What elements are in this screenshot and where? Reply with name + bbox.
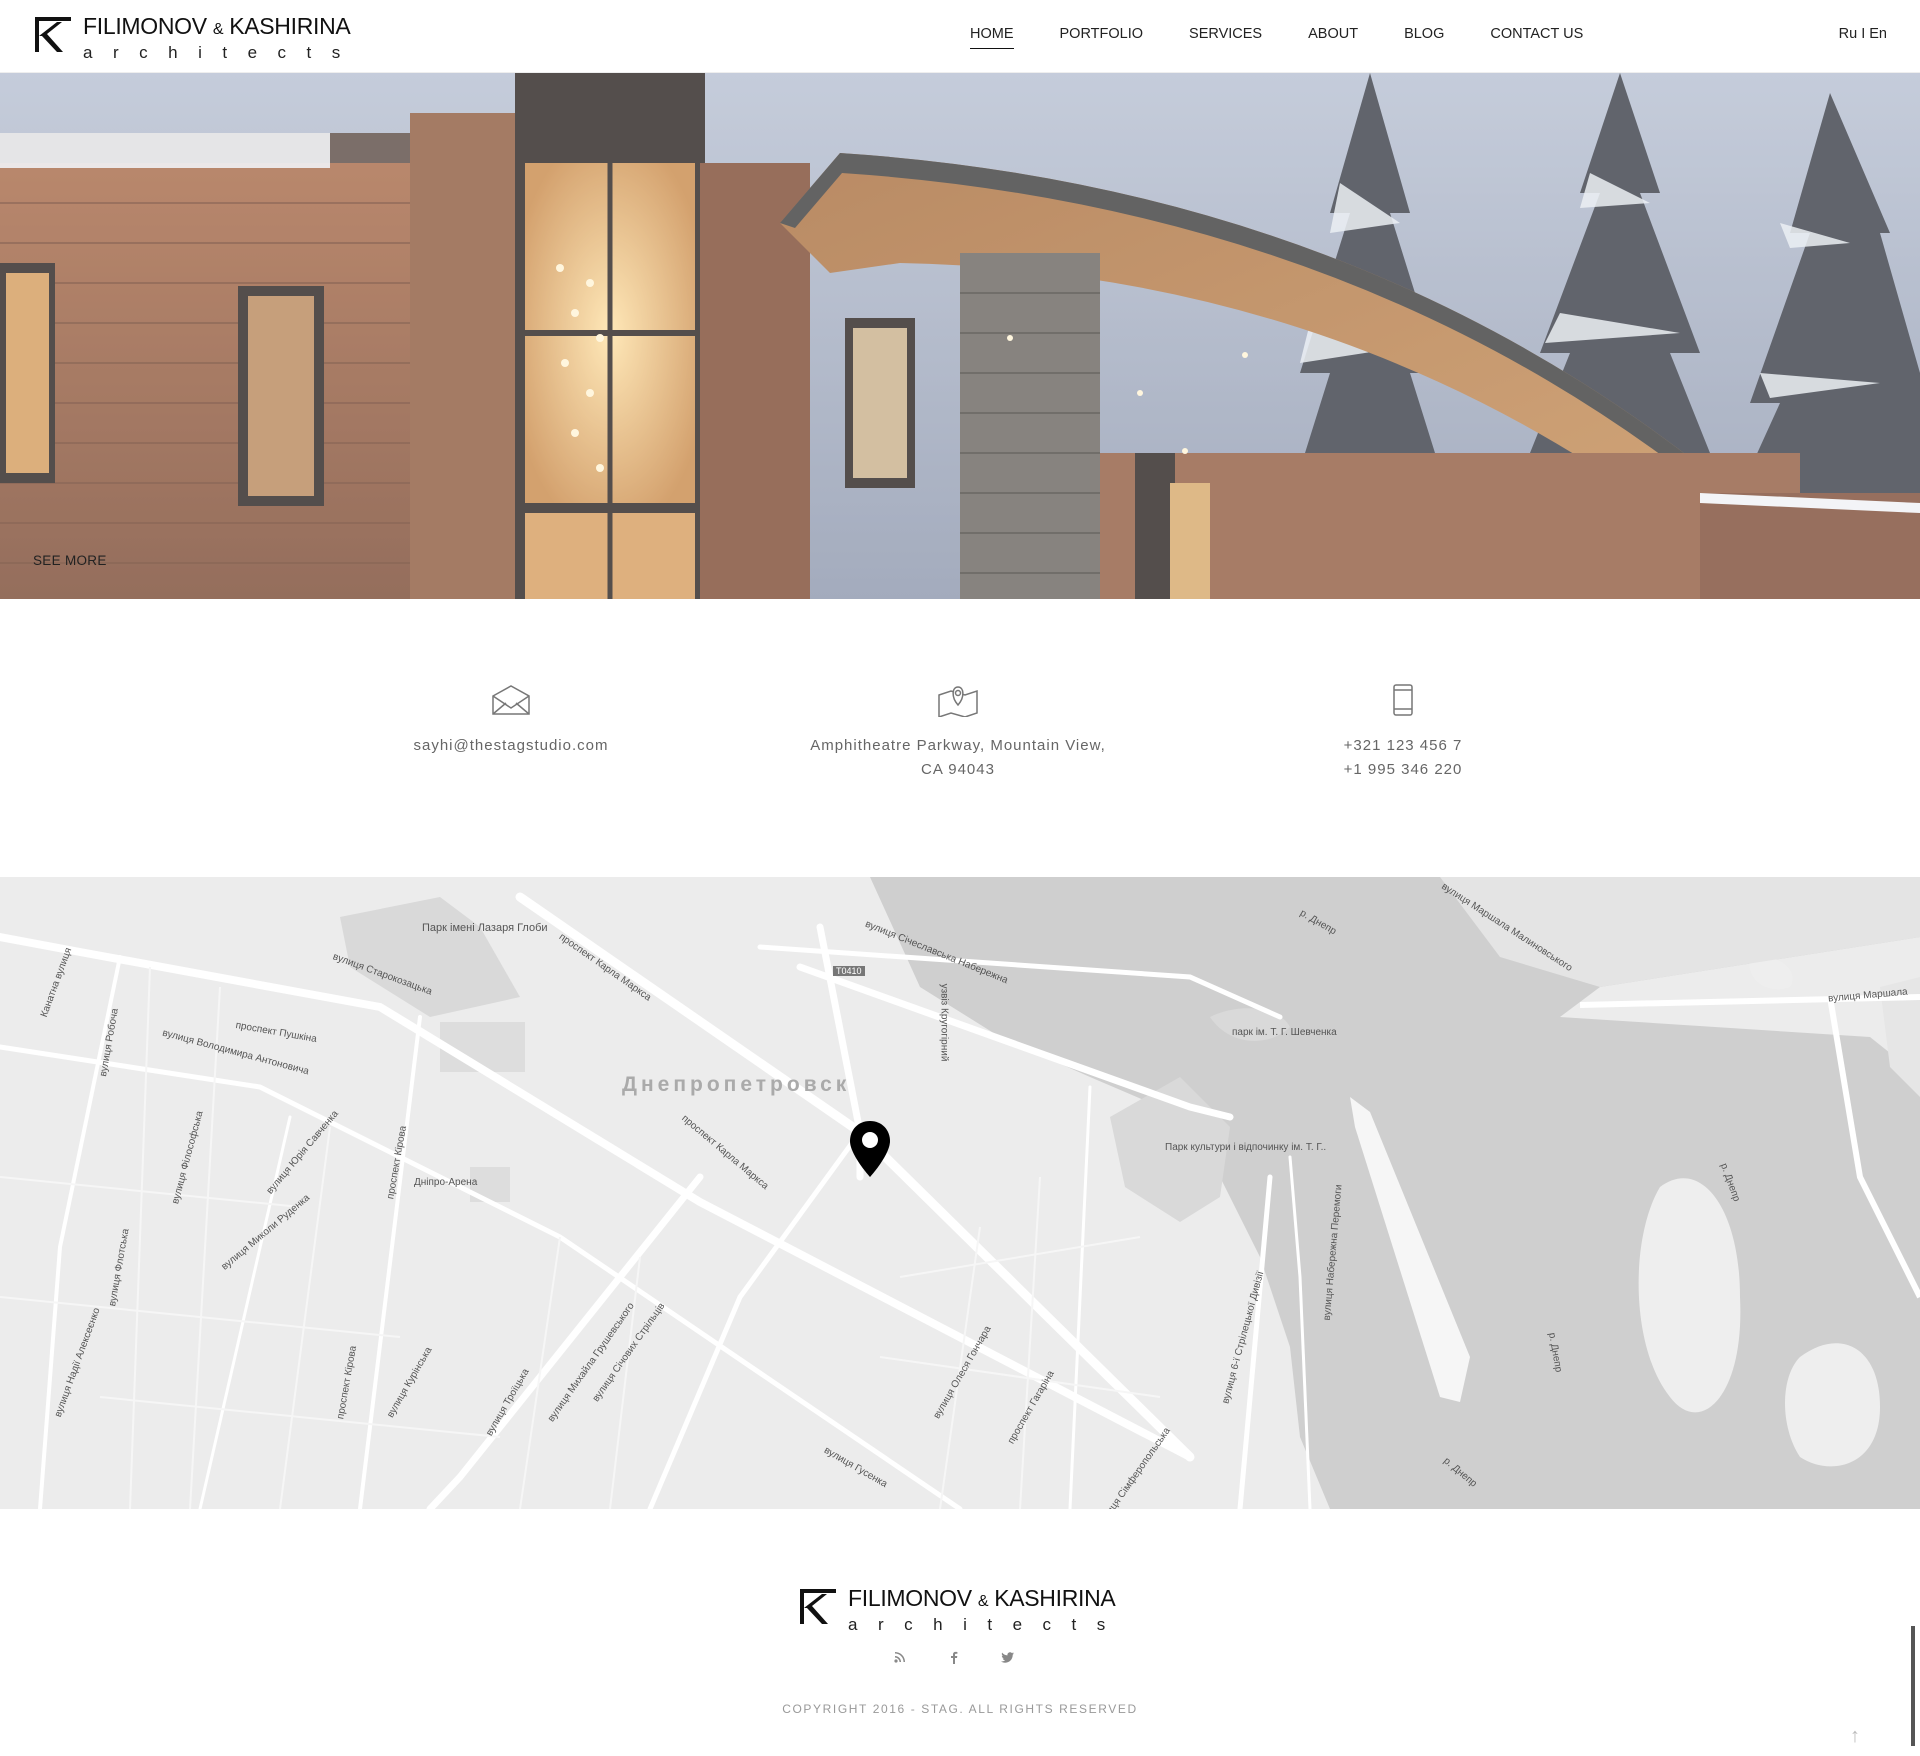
footer-brand-name: FILIMONOV & KASHIRINA — [848, 1586, 1126, 1614]
envelope-icon — [411, 680, 611, 720]
rss-icon[interactable] — [894, 1651, 906, 1666]
brand-monogram-icon — [33, 14, 73, 54]
map-city-label: Днепропетровск — [622, 1073, 851, 1096]
contact-phone: +321 123 456 7 +1 995 346 220 — [1323, 680, 1483, 782]
brand-tagline: architects — [83, 43, 361, 62]
nav-home[interactable]: HOME — [970, 26, 1014, 49]
map-label-park-kultury: Парк культури і відпочинку ім. Т. Г.. — [1165, 1142, 1326, 1153]
address-line-1: Amphitheatre Parkway, Mountain View, — [810, 737, 1106, 754]
page-scrollbar[interactable] — [1911, 1626, 1915, 1746]
address-line-2: CA 94043 — [921, 761, 995, 778]
footer-brand-part1: FILIMONOV — [848, 1585, 972, 1611]
copyright-text: COPYRIGHT 2016 - STAG. ALL RIGHTS RESERV… — [782, 1702, 1138, 1716]
contact-address: Amphitheatre Parkway, Mountain View, CA … — [799, 680, 1117, 782]
location-map[interactable]: Парк імені Лазаря Глоби вулиця Старокоза… — [0, 877, 1920, 1509]
brand-logo[interactable]: FILIMONOV & KASHIRINA architects — [33, 14, 361, 62]
footer-logo[interactable]: FILIMONOV & KASHIRINA architects — [798, 1586, 1126, 1634]
map-location-icon — [799, 680, 1117, 720]
facebook-icon[interactable] — [950, 1651, 958, 1667]
nav-services[interactable]: SERVICES — [1189, 26, 1262, 49]
site-header: FILIMONOV & KASHIRINA architects HOME PORT… — [0, 0, 1920, 73]
back-to-top-icon[interactable]: ↑ — [1850, 1725, 1860, 1748]
nav-blog[interactable]: BLOG — [1404, 26, 1444, 49]
footer-tagline: architects — [848, 1615, 1126, 1634]
main-nav: HOME PORTFOLIO SERVICES ABOUT BLOG CONTA… — [970, 26, 1629, 49]
mobile-phone-icon — [1323, 680, 1483, 720]
nav-about[interactable]: ABOUT — [1308, 26, 1358, 49]
page: FILIMONOV & KASHIRINA architects HOME PORT… — [0, 0, 1920, 1756]
brand-name-part1: FILIMONOV — [83, 13, 207, 39]
email-text[interactable]: sayhi@thestagstudio.com — [411, 734, 611, 758]
footer-brand-part2: KASHIRINA — [994, 1585, 1116, 1611]
see-more-link[interactable]: SEE MORE — [33, 553, 107, 568]
brand-name-part2: KASHIRINA — [229, 13, 351, 39]
map-road-badge: T0410 — [833, 966, 865, 976]
nav-portfolio[interactable]: PORTFOLIO — [1060, 26, 1144, 49]
brand-name: FILIMONOV & KASHIRINA — [83, 14, 361, 42]
twitter-icon[interactable] — [1001, 1651, 1014, 1666]
language-switcher[interactable]: Ru I En — [1839, 26, 1887, 42]
map-label-kruhohirnyi: узвіз Кругогірний — [938, 983, 950, 1062]
map-label-park-lazarya: Парк імені Лазаря Глоби — [422, 922, 548, 934]
map-pin-icon[interactable] — [848, 1119, 892, 1184]
phone-1[interactable]: +321 123 456 7 — [1323, 734, 1483, 758]
hero-image — [0, 73, 1920, 599]
footer-brand-ampersand: & — [977, 1593, 989, 1610]
map-label-dnipro-arena: Дніпро-Арена — [414, 1177, 478, 1188]
map-label-shevchenko-park: парк ім. Т. Г. Шевченка — [1232, 1027, 1337, 1038]
brand-ampersand: & — [212, 21, 224, 38]
nav-contact-us[interactable]: CONTACT US — [1490, 26, 1583, 49]
contact-email: sayhi@thestagstudio.com — [411, 680, 611, 758]
phone-2[interactable]: +1 995 346 220 — [1323, 758, 1483, 782]
footer-monogram-icon — [798, 1586, 838, 1626]
